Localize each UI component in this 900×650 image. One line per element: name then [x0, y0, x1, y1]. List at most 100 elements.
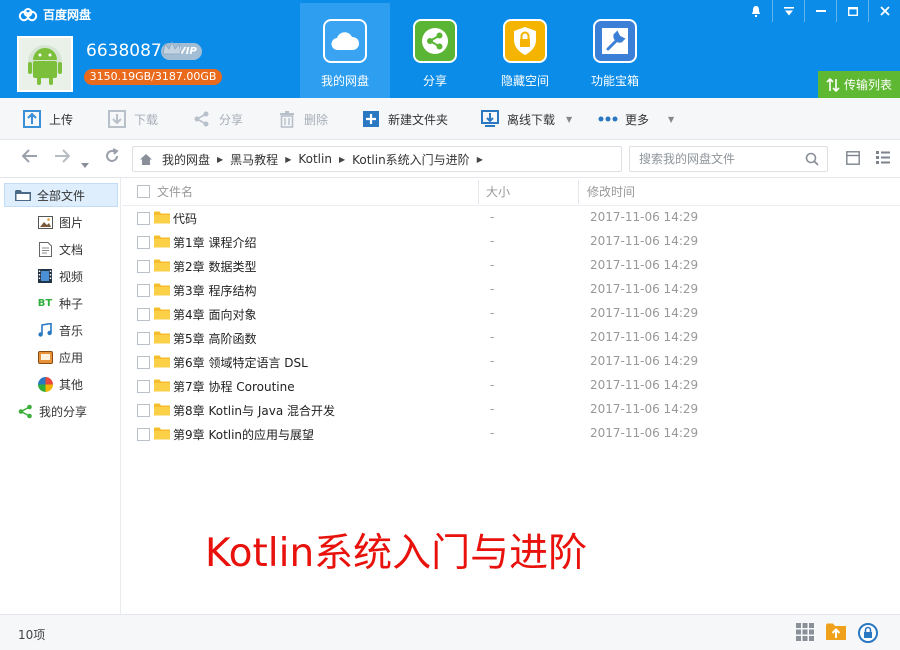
row-checkbox[interactable]	[137, 332, 150, 345]
upload-icon	[22, 109, 42, 129]
home-icon[interactable]	[139, 153, 153, 166]
sidebar-item-music[interactable]: 音乐	[0, 318, 121, 342]
file-size: -	[490, 258, 495, 272]
window-controls	[740, 0, 900, 22]
status-bar: 10项	[0, 614, 900, 650]
view-mode-switcher	[846, 151, 890, 165]
column-header-modified[interactable]: 修改时间	[587, 178, 635, 206]
tab-hidden-space[interactable]: 隐藏空间	[480, 3, 570, 98]
toolbar: 上传 下载 分享 删除 新建文件夹 离线下载 ▼ 更多 ▼	[0, 98, 900, 140]
history-dropdown-icon[interactable]	[81, 153, 89, 172]
tab-my-disk[interactable]: 我的网盘	[300, 3, 390, 98]
row-checkbox[interactable]	[137, 236, 150, 249]
table-row[interactable]: 第4章 面向对象 - 2017-11-06 14:29	[122, 302, 900, 326]
file-name[interactable]: 第2章 数据类型	[173, 258, 256, 275]
file-name[interactable]: 第8章 Kotlin与 Java 混合开发	[173, 402, 335, 419]
tab-toolbox[interactable]: 功能宝箱	[570, 3, 660, 98]
notification-bell-icon[interactable]	[740, 0, 772, 22]
sidebar-item-videos[interactable]: 视频	[0, 264, 121, 288]
menu-dropdown-icon[interactable]	[772, 0, 804, 22]
file-name[interactable]: 第4章 面向对象	[173, 306, 256, 323]
search-icon[interactable]	[805, 152, 819, 166]
avatar[interactable]	[17, 36, 73, 92]
folder-icon	[154, 259, 170, 272]
maximize-button[interactable]	[836, 0, 868, 22]
sidebar-item-my-share[interactable]: 我的分享	[0, 399, 121, 423]
breadcrumb-item[interactable]: 黑马教程	[223, 151, 285, 168]
more-button[interactable]: 更多 ▼	[598, 108, 674, 130]
row-checkbox[interactable]	[137, 212, 150, 225]
breadcrumb-item[interactable]: 我的网盘	[155, 151, 217, 168]
table-row[interactable]: 第5章 高阶函数 - 2017-11-06 14:29	[122, 326, 900, 350]
new-folder-button[interactable]: 新建文件夹	[361, 108, 448, 130]
file-size: -	[490, 354, 495, 368]
upload-button[interactable]: 上传	[22, 108, 73, 130]
minimize-button[interactable]	[804, 0, 836, 22]
row-checkbox[interactable]	[137, 404, 150, 417]
file-modified: 2017-11-06 14:29	[590, 378, 699, 392]
table-row[interactable]: 第7章 协程 Coroutine - 2017-11-06 14:29	[122, 374, 900, 398]
file-modified: 2017-11-06 14:29	[590, 258, 699, 272]
sidebar-item-other[interactable]: 其他	[0, 372, 121, 396]
folder-icon	[154, 331, 170, 344]
file-modified: 2017-11-06 14:29	[590, 426, 699, 440]
file-name[interactable]: 代码	[173, 210, 197, 227]
file-name[interactable]: 第5章 高阶函数	[173, 330, 256, 347]
crown-icon	[162, 40, 182, 55]
table-row[interactable]: 代码 - 2017-11-06 14:29	[122, 206, 900, 230]
offline-download-button[interactable]: 离线下载 ▼	[480, 108, 572, 130]
table-row[interactable]: 第6章 领域特定语言 DSL - 2017-11-06 14:29	[122, 350, 900, 374]
table-row[interactable]: 第3章 程序结构 - 2017-11-06 14:29	[122, 278, 900, 302]
breadcrumb-arrow-icon[interactable]: ▶	[477, 155, 483, 164]
select-all-checkbox[interactable]	[137, 185, 150, 198]
row-checkbox[interactable]	[137, 380, 150, 393]
transfer-list-button[interactable]: 传输列表	[818, 71, 900, 98]
file-name[interactable]: 第9章 Kotlin的应用与展望	[173, 426, 314, 443]
share-button[interactable]: 分享	[192, 108, 243, 130]
tab-share[interactable]: 分享	[390, 3, 480, 98]
list-view-icon[interactable]	[876, 151, 890, 164]
column-divider[interactable]	[578, 180, 579, 204]
row-checkbox[interactable]	[137, 260, 150, 273]
lock-icon[interactable]	[858, 623, 878, 643]
file-size: -	[490, 282, 495, 296]
upload-folder-icon[interactable]	[826, 623, 846, 641]
sidebar-item-all-files[interactable]: 全部文件	[4, 183, 118, 207]
row-checkbox[interactable]	[137, 428, 150, 441]
table-row[interactable]: 第9章 Kotlin的应用与展望 - 2017-11-06 14:29	[122, 422, 900, 446]
file-name[interactable]: 第1章 课程介绍	[173, 234, 256, 251]
row-checkbox[interactable]	[137, 356, 150, 369]
breadcrumb-item[interactable]: Kotlin	[291, 152, 339, 166]
vip-badge[interactable]: VIP	[161, 40, 202, 60]
file-name[interactable]: 第6章 领域特定语言 DSL	[173, 354, 308, 371]
column-header-name[interactable]: 文件名	[157, 178, 193, 206]
column-header-size[interactable]: 大小	[486, 178, 510, 206]
file-name[interactable]: 第3章 程序结构	[173, 282, 256, 299]
offline-download-icon	[480, 109, 500, 129]
folder-icon	[154, 379, 170, 392]
table-row[interactable]: 第2章 数据类型 - 2017-11-06 14:29	[122, 254, 900, 278]
delete-button[interactable]: 删除	[277, 108, 328, 130]
search-input[interactable]	[630, 147, 800, 171]
sidebar-item-images[interactable]: 图片	[0, 210, 121, 234]
refresh-icon[interactable]	[104, 148, 120, 168]
forward-arrow-icon[interactable]	[54, 148, 71, 167]
sidebar-item-apps[interactable]: 应用	[0, 345, 121, 369]
folder-icon	[154, 355, 170, 368]
row-checkbox[interactable]	[137, 308, 150, 321]
chevron-down-icon: ▼	[566, 114, 573, 124]
download-button[interactable]: 下载	[107, 108, 158, 130]
preview-pane-icon[interactable]	[846, 151, 860, 165]
grid-view-icon[interactable]	[796, 623, 814, 641]
close-button[interactable]	[868, 0, 900, 22]
sidebar-item-torrents[interactable]: BT 种子	[0, 291, 121, 315]
back-arrow-icon[interactable]	[21, 148, 38, 167]
table-row[interactable]: 第8章 Kotlin与 Java 混合开发 - 2017-11-06 14:29	[122, 398, 900, 422]
breadcrumb-item[interactable]: Kotlin系统入门与进阶	[345, 151, 477, 168]
column-divider[interactable]	[478, 180, 479, 204]
row-checkbox[interactable]	[137, 284, 150, 297]
file-name[interactable]: 第7章 协程 Coroutine	[173, 378, 295, 395]
file-modified: 2017-11-06 14:29	[590, 234, 699, 248]
table-row[interactable]: 第1章 课程介绍 - 2017-11-06 14:29	[122, 230, 900, 254]
sidebar-item-documents[interactable]: 文档	[0, 237, 121, 261]
